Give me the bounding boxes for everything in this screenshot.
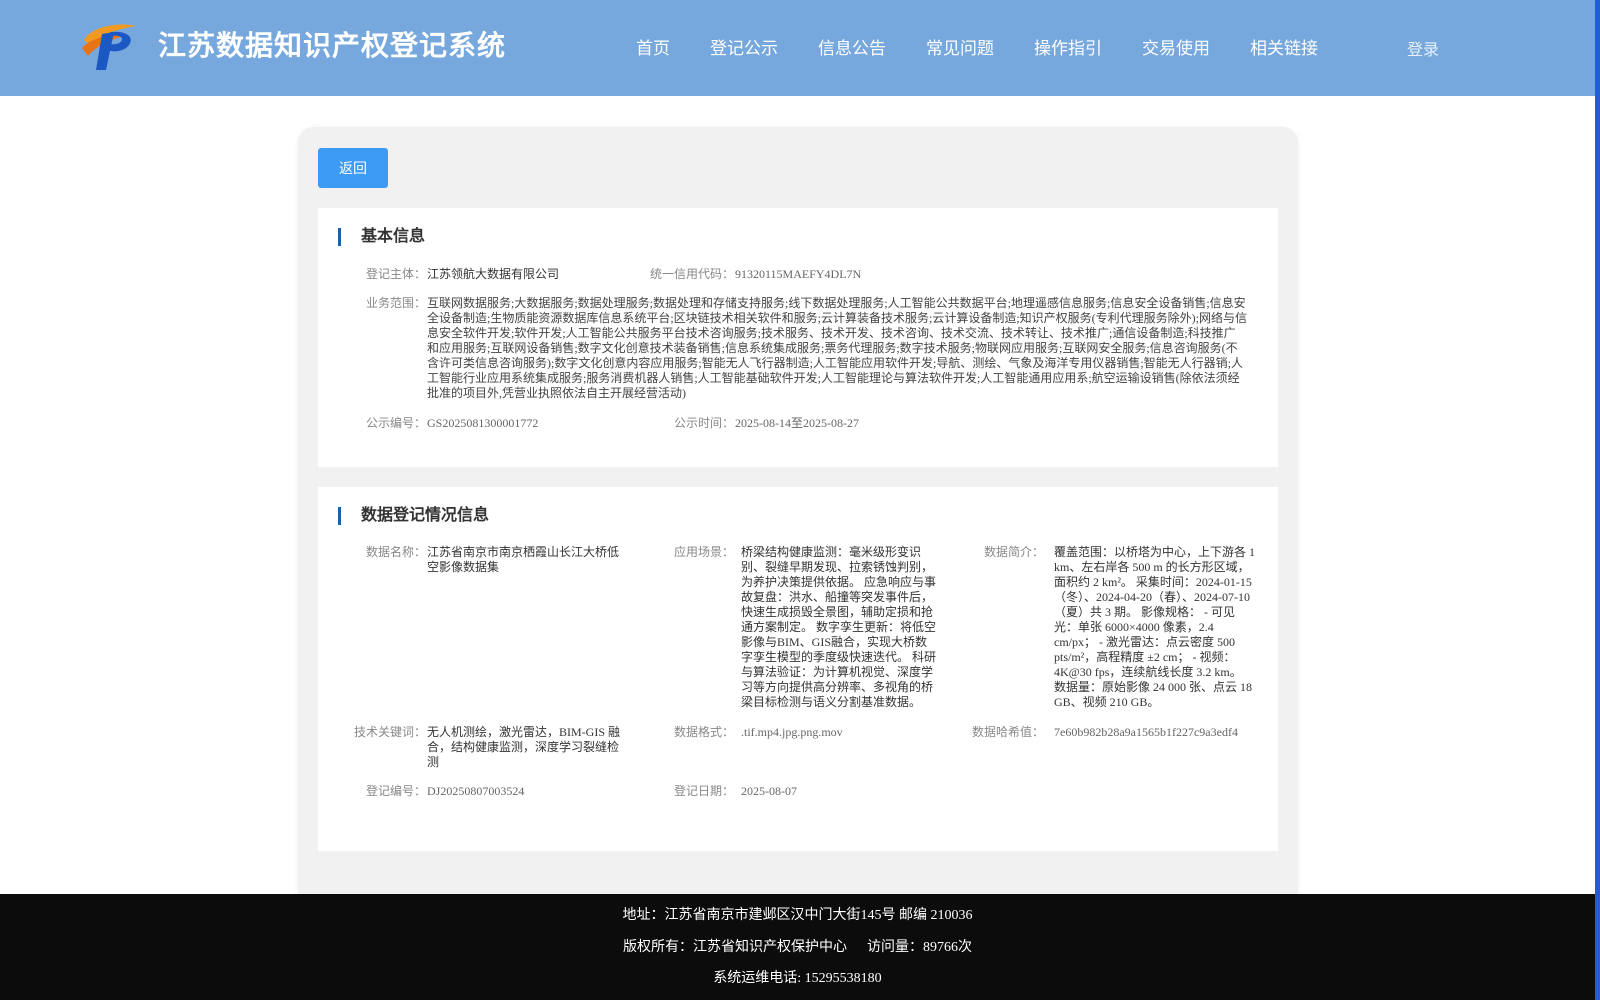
notice-time-label: 公示时间： [673, 416, 734, 430]
footer-visits: 访问量：89766次 [867, 940, 972, 955]
scrollbar-strip [1595, 0, 1600, 1000]
nav-operation-guide[interactable]: 操作指引 [1034, 34, 1102, 59]
reg-number-label: 登记编号： [365, 784, 426, 798]
format-label: 数据格式： [673, 725, 734, 739]
notice-time-value: 2025-08-14至2025-08-27 [735, 416, 859, 430]
site-footer: 地址：江苏省南京市建邺区汉中门大街145号 邮编 210036 版权所有：江苏省… [0, 894, 1595, 1000]
scenario-value: 桥梁结构健康监测：毫米级形变识别、裂缝早期发现、拉索锈蚀判别，为养护决策提供依据… [741, 545, 937, 709]
notice-number-label: 公示编号： [365, 416, 426, 430]
nav-registration-notice[interactable]: 登记公示 [710, 34, 778, 59]
footer-copyright: 版权所有：江苏省知识产权保护中心 [623, 940, 847, 955]
back-button[interactable]: 返回 [318, 148, 388, 188]
scope-value: 互联网数据服务;大数据服务;数据处理服务;数据处理和存储支持服务;线下数据处理服… [427, 296, 1248, 400]
scope-label: 业务范围： [365, 296, 426, 310]
hash-value: 7e60b982b28a9a1565b1f227c9a3edf4 [1054, 725, 1238, 739]
reg-date-value: 2025-08-07 [741, 784, 797, 798]
nav-home[interactable]: 首页 [636, 34, 670, 59]
notice-number-value: GS2025081300001772 [427, 416, 539, 430]
basic-info-title: 基本信息 [338, 228, 425, 246]
nav-related-links[interactable]: 相关链接 [1250, 34, 1318, 59]
main-nav: 首页 登记公示 信息公告 常见问题 操作指引 交易使用 相关链接 [636, 34, 1358, 59]
subject-label: 登记主体： [365, 267, 426, 281]
hash-label: 数据哈希值： [971, 725, 1044, 739]
subject-value: 江苏领航大数据有限公司 [427, 267, 560, 281]
logo-icon[interactable] [80, 20, 140, 72]
top-header: 江苏数据知识产权登记系统 首页 登记公示 信息公告 常见问题 操作指引 交易使用… [0, 0, 1595, 96]
data-name-value: 江苏省南京市南京栖霞山长江大桥低空影像数据集 [427, 545, 620, 574]
intro-label: 数据简介： [983, 545, 1044, 559]
reg-number-value: DJ20250807003524 [427, 784, 525, 798]
footer-address: 地址：江苏省南京市建邺区汉中门大街145号 邮编 210036 [622, 908, 973, 923]
credit-code-label: 统一信用代码： [649, 267, 734, 281]
footer-copyright-line: 版权所有：江苏省知识产权保护中心 访问量：89766次 [0, 936, 1595, 956]
nav-info-announcement[interactable]: 信息公告 [818, 34, 886, 59]
registration-info-card: 数据登记情况信息 数据名称： 江苏省南京市南京栖霞山长江大桥低空影像数据集 应用… [318, 487, 1278, 851]
intro-value: 覆盖范围：以桥塔为中心，上下游各 1 km、左右岸各 500 m 的长方形区域，… [1054, 545, 1256, 709]
keywords-value: 无人机测绘，激光雷达，BIM-GIS 融合，结构健康监测，深度学习裂缝检测 [427, 725, 621, 769]
nav-faq[interactable]: 常见问题 [926, 34, 994, 59]
nav-transaction-use[interactable]: 交易使用 [1142, 34, 1210, 59]
reg-date-label: 登记日期： [673, 784, 734, 798]
footer-phone: 系统运维电话: 15295538180 [713, 971, 882, 986]
keywords-label: 技术关键词： [353, 725, 426, 739]
basic-info-card: 基本信息 登记主体： 江苏领航大数据有限公司 统一信用代码： 91320115M… [318, 208, 1278, 467]
credit-code-value: 91320115MAEFY4DL7N [735, 267, 862, 281]
detail-panel: 返回 基本信息 登记主体： 江苏领航大数据有限公司 统一信用代码： 913201… [298, 127, 1298, 907]
login-link[interactable]: 登录 [1407, 36, 1439, 60]
registration-info-title: 数据登记情况信息 [338, 507, 489, 525]
format-value: .tif.mp4.jpg.png.mov [741, 725, 843, 739]
system-title: 江苏数据知识产权登记系统 [158, 31, 507, 62]
data-name-label: 数据名称： [365, 545, 426, 559]
scenario-label: 应用场景： [673, 545, 734, 559]
